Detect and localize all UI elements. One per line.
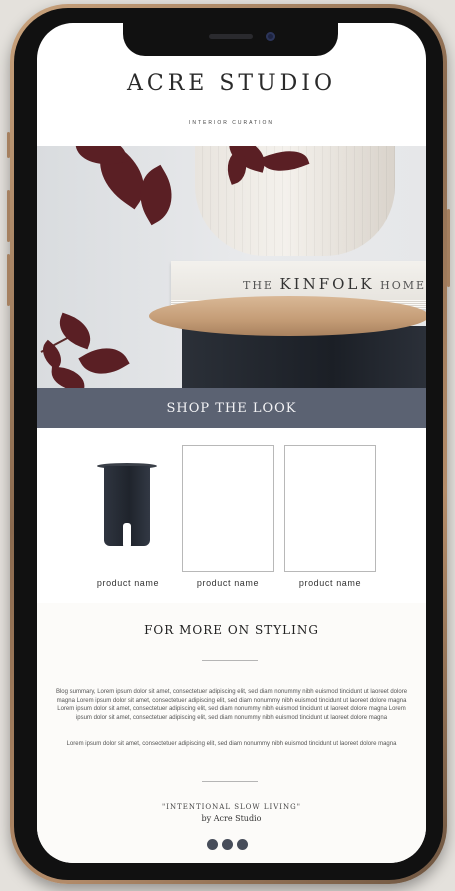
social-icon[interactable]	[237, 839, 248, 850]
product-card-3[interactable]	[284, 445, 376, 572]
product-card-1[interactable]	[82, 445, 174, 572]
speaker-grille	[209, 34, 253, 39]
leaf	[50, 366, 86, 388]
book-title-prefix: THE	[243, 279, 274, 292]
book-title: THE KINFOLK HOME	[243, 275, 426, 293]
side-table-top	[149, 296, 426, 336]
footer-quote: "INTENTIONAL SLOW LIVING"	[161, 803, 301, 811]
leaf	[53, 312, 97, 350]
brand-logo: ACRE STUDIO	[127, 71, 336, 96]
product-name[interactable]: product name	[82, 578, 174, 588]
book-title-suffix: HOME	[380, 279, 426, 292]
product-card-2[interactable]	[182, 445, 274, 572]
styling-section: FOR MORE ON STYLING Blog summary, Lorem …	[37, 603, 426, 863]
blog-summary: Blog summary, Lorem ipsum dolor sit amet…	[55, 689, 408, 721]
blog-paragraph: Lorem ipsum dolor sit amet, consectetuer…	[66, 741, 397, 747]
product-name[interactable]: product name	[182, 578, 274, 588]
product-image[interactable]	[97, 463, 157, 551]
social-icons	[207, 837, 252, 855]
footer-byline: by Acre Studio	[201, 814, 262, 823]
hero-image: THE KINFOLK HOME	[37, 146, 426, 388]
front-camera-icon	[266, 32, 275, 41]
social-icon[interactable]	[207, 839, 218, 850]
notch	[123, 23, 338, 56]
product-image-placeholder[interactable]	[284, 445, 376, 572]
styling-title: FOR MORE ON STYLING	[144, 623, 319, 637]
product-image-placeholder[interactable]	[182, 445, 274, 572]
phone-screen: ACRE STUDIO INTERIOR CURATION THE KINFOL…	[37, 23, 426, 863]
divider	[202, 660, 258, 661]
product-name[interactable]: product name	[284, 578, 376, 588]
book-title-main: KINFOLK	[279, 275, 375, 293]
power-button	[447, 209, 450, 287]
brand-tagline: INTERIOR CURATION	[188, 120, 275, 126]
mute-switch	[7, 132, 10, 158]
social-icon[interactable]	[222, 839, 233, 850]
shop-the-look-label: SHOP THE LOOK	[166, 401, 297, 416]
shop-the-look-button[interactable]: SHOP THE LOOK	[37, 388, 426, 428]
volume-up-button	[7, 190, 10, 242]
volume-down-button	[7, 254, 10, 306]
divider	[202, 781, 258, 782]
